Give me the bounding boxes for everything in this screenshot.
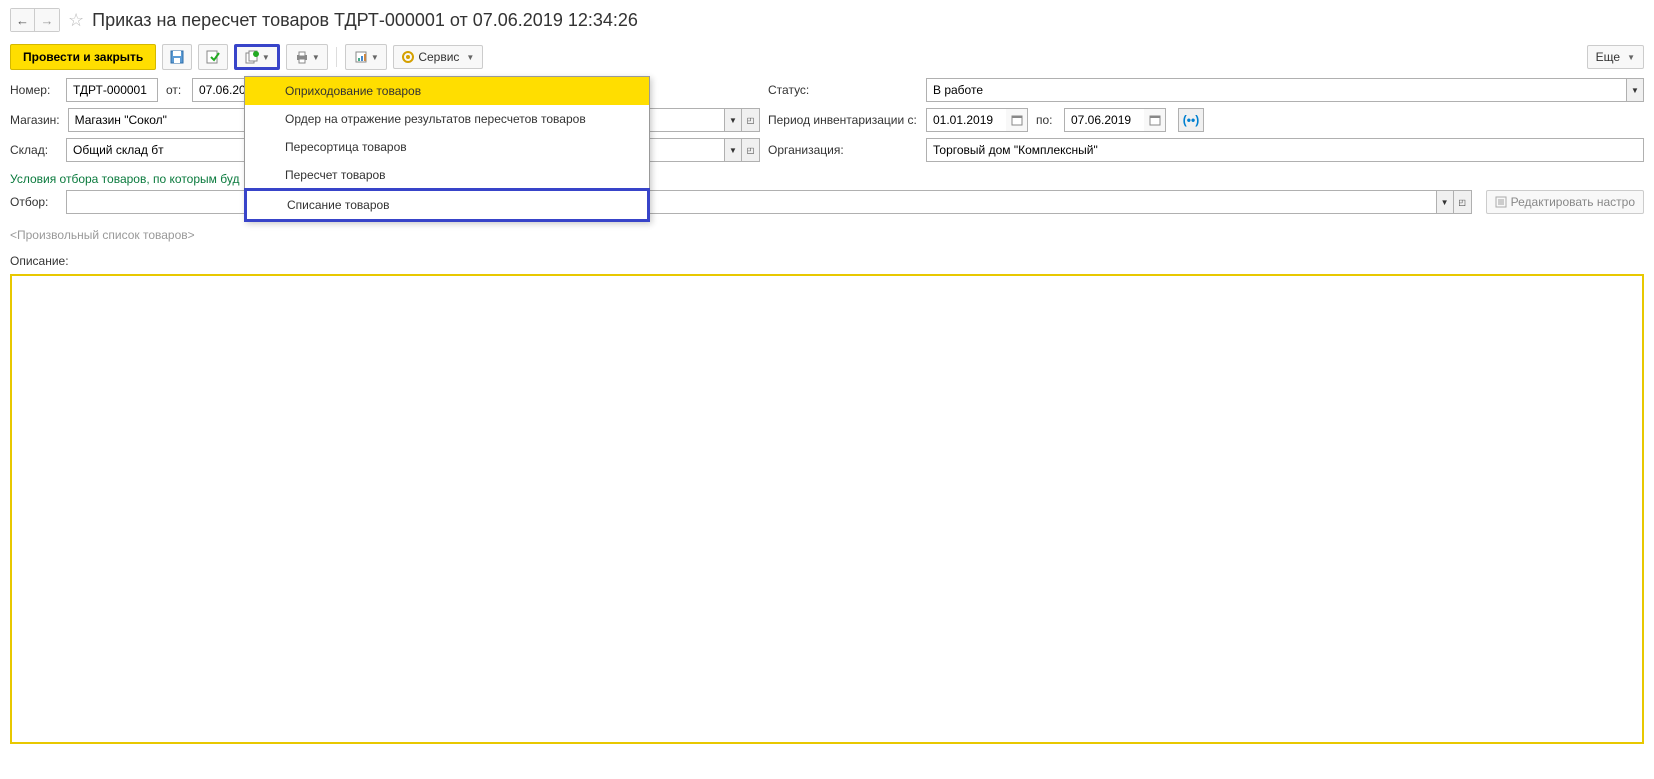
post-button[interactable] (198, 44, 228, 70)
chevron-down-icon: ▼ (312, 53, 320, 62)
forward-button[interactable]: → (35, 9, 59, 31)
favorite-star-icon[interactable]: ☆ (68, 10, 84, 31)
description-label: Описание: (0, 250, 1654, 272)
edit-settings-label: Редактировать настро (1511, 195, 1635, 209)
filter-dropdown-button[interactable]: ▼ (1436, 190, 1454, 214)
create-based-on-button[interactable]: ▼ (234, 44, 280, 70)
number-label: Номер: (10, 83, 58, 97)
chevron-down-icon: ▼ (262, 53, 270, 62)
more-label: Еще (1596, 50, 1620, 64)
gear-icon (402, 51, 414, 63)
separator (336, 47, 337, 67)
status-dropdown-button[interactable]: ▼ (1626, 78, 1644, 102)
menu-item-recount[interactable]: Пересчет товаров (245, 161, 649, 189)
warehouse-label: Склад: (10, 143, 58, 157)
page-title: Приказ на пересчет товаров ТДРТ-000001 о… (92, 10, 638, 31)
nav-buttons: ← → (10, 8, 60, 32)
chevron-down-icon: ▼ (1627, 53, 1635, 62)
period-to-label: по: (1036, 113, 1056, 127)
status-label: Статус: (768, 83, 918, 97)
back-button[interactable]: ← (11, 9, 35, 31)
service-button[interactable]: Сервис ▼ (393, 45, 483, 69)
refresh-button[interactable]: (••) (1178, 108, 1204, 132)
chevron-down-icon: ▼ (466, 53, 474, 62)
period-to-input[interactable] (1064, 108, 1144, 132)
calendar-icon[interactable] (1144, 108, 1166, 132)
date-input[interactable] (192, 78, 250, 102)
from-label: от: (166, 83, 184, 97)
filter-label: Отбор: (10, 195, 58, 209)
org-label: Организация: (768, 143, 918, 157)
goods-list-placeholder: <Произвольный список товаров> (0, 220, 1654, 250)
number-input[interactable] (66, 78, 158, 102)
menu-item-writeoff[interactable]: Списание товаров (244, 188, 650, 222)
more-button[interactable]: Еще ▼ (1587, 45, 1644, 69)
settings-icon (1495, 196, 1507, 208)
chevron-down-icon: ▼ (371, 53, 379, 62)
warehouse-dropdown-button[interactable]: ▼ (724, 138, 742, 162)
edit-settings-button[interactable]: Редактировать настро (1486, 190, 1644, 214)
post-and-close-button[interactable]: Провести и закрыть (10, 44, 156, 70)
menu-item-order[interactable]: Ордер на отражение результатов пересчето… (245, 105, 649, 133)
warehouse-open-button[interactable]: ◰ (742, 138, 760, 162)
save-button[interactable] (162, 44, 192, 70)
menu-item-posting[interactable]: Оприходование товаров (245, 77, 649, 105)
org-input[interactable] (926, 138, 1644, 162)
create-based-on-menu: Оприходование товаров Ордер на отражение… (244, 76, 650, 222)
store-open-button[interactable]: ◰ (742, 108, 760, 132)
status-input[interactable] (926, 78, 1626, 102)
print-button[interactable]: ▼ (286, 44, 328, 70)
period-label: Период инвентаризации с: (768, 113, 918, 127)
calendar-icon[interactable] (1006, 108, 1028, 132)
description-textarea[interactable] (10, 274, 1644, 744)
reports-button[interactable]: ▼ (345, 44, 387, 70)
store-dropdown-button[interactable]: ▼ (724, 108, 742, 132)
store-label: Магазин: (10, 113, 60, 127)
period-from-input[interactable] (926, 108, 1006, 132)
filter-open-button[interactable]: ◰ (1454, 190, 1472, 214)
service-label: Сервис (418, 50, 459, 64)
menu-item-resort[interactable]: Пересортица товаров (245, 133, 649, 161)
